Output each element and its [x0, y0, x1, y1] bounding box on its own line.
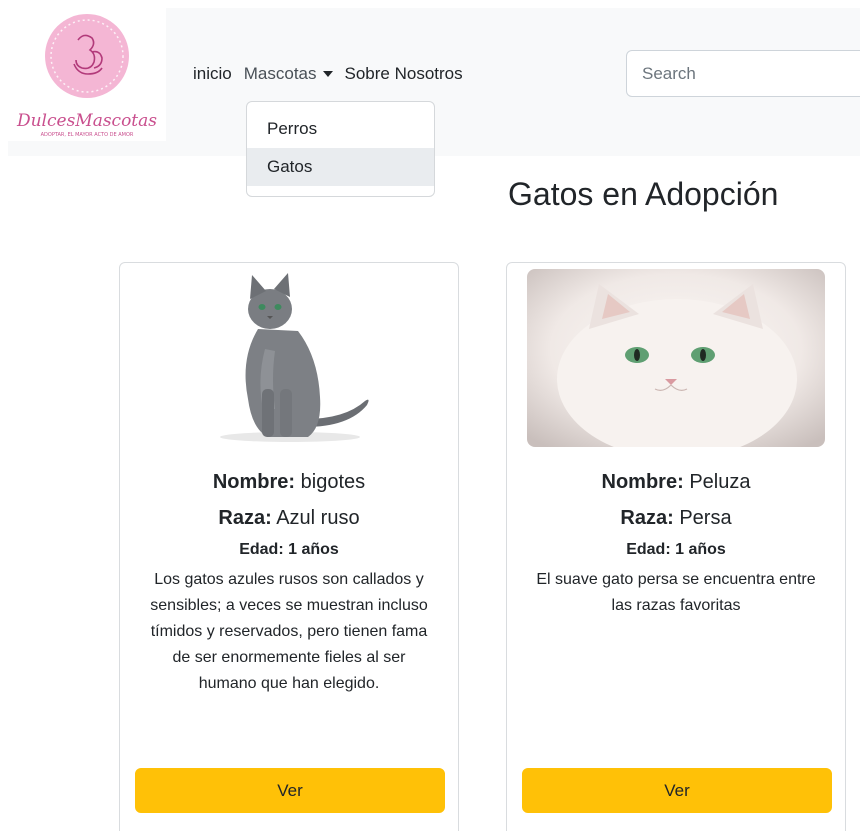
pet-age: 1 años — [675, 541, 726, 558]
pet-photo-russian-blue — [140, 269, 438, 447]
pet-description: El suave gato persa se encuentra entre l… — [536, 571, 816, 614]
nav-link-inicio[interactable]: inicio — [193, 64, 232, 84]
nav-link-mascotas-label: Mascotas — [243, 64, 317, 83]
name-label: Nombre: — [601, 471, 684, 493]
pet-description: Los gatos azules rusos son callados y se… — [150, 571, 428, 692]
pet-name-line: Nombre: bigotes — [120, 469, 458, 495]
age-label: Edad: — [626, 541, 671, 558]
pet-photo-persian — [527, 269, 825, 447]
pet-age: 1 años — [288, 541, 339, 558]
logo-wordmark: DulcesMascotas — [16, 111, 157, 131]
pet-age-line: Edad: 1 años — [507, 539, 845, 561]
mascotas-dropdown-menu: Perros Gatos — [246, 101, 435, 197]
pet-name-line: Nombre: Peluza — [507, 469, 845, 495]
dropdown-item-perros[interactable]: Perros — [247, 110, 434, 148]
age-label: Edad: — [239, 541, 284, 558]
nav-dropdown-mascotas[interactable]: Mascotas — [244, 64, 333, 84]
card-body: Nombre: bigotes Raza: Azul ruso Edad: 1 … — [120, 469, 458, 697]
pet-breed-line: Raza: Azul ruso — [120, 505, 458, 531]
search-input[interactable] — [626, 50, 860, 97]
brand-logo[interactable]: DulcesMascotas ADOPTAR, EL MAYOR ACTO DE… — [8, 8, 166, 141]
nav-link-sobre-nosotros[interactable]: Sobre Nosotros — [345, 64, 463, 84]
name-label: Nombre: — [212, 471, 296, 493]
pet-name: Peluza — [689, 471, 751, 493]
breed-label: Raza: — [620, 507, 674, 529]
pet-card: Nombre: Peluza Raza: Persa Edad: 1 años … — [506, 262, 846, 831]
card-body: Nombre: Peluza Raza: Persa Edad: 1 años … — [507, 469, 845, 619]
breed-label: Raza: — [218, 507, 272, 529]
pet-breed: Azul ruso — [276, 507, 360, 529]
pet-breed: Persa — [679, 507, 732, 529]
pet-name: bigotes — [300, 471, 366, 493]
logo-tagline: ADOPTAR, EL MAYOR ACTO DE AMOR — [41, 132, 134, 138]
view-button[interactable]: Ver — [135, 768, 445, 813]
logo-image: DulcesMascotas ADOPTAR, EL MAYOR ACTO DE… — [16, 14, 157, 138]
nav-links: inicio Mascotas Sobre Nosotros — [193, 64, 463, 84]
pet-age-line: Edad: 1 años — [120, 539, 458, 561]
page-title: Gatos en Adopción — [508, 176, 779, 212]
caret-down-icon — [322, 71, 333, 77]
dropdown-item-gatos[interactable]: Gatos — [247, 148, 434, 186]
pet-breed-line: Raza: Persa — [507, 505, 845, 531]
pet-card: Nombre: bigotes Raza: Azul ruso Edad: 1 … — [119, 262, 459, 831]
view-button[interactable]: Ver — [522, 768, 832, 813]
